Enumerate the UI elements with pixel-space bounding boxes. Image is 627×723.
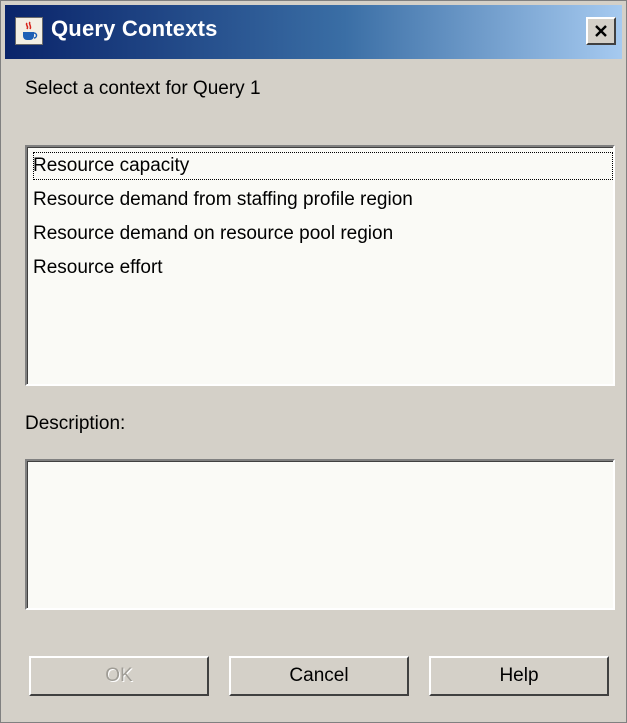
window-title: Query Contexts [51, 16, 218, 41]
list-item-resource-effort[interactable]: Resource effort [32, 253, 614, 283]
list-item-resource-demand-resource-pool[interactable]: Resource demand on resource pool region [32, 219, 614, 249]
help-button[interactable]: Help [429, 656, 609, 696]
close-x-icon [595, 25, 607, 37]
context-list[interactable]: Resource capacity Resource demand from s… [25, 145, 615, 386]
context-prompt: Select a context for Query 1 [25, 78, 261, 99]
description-field[interactable] [25, 459, 615, 610]
title-bar[interactable]: Query Contexts [5, 5, 622, 59]
cancel-button[interactable]: Cancel [229, 656, 409, 696]
ok-button[interactable]: OK [29, 656, 209, 696]
list-item-resource-demand-staffing-profile[interactable]: Resource demand from staffing profile re… [32, 185, 614, 215]
close-button[interactable] [586, 17, 616, 45]
java-cup-icon [15, 17, 43, 45]
query-contexts-dialog: Query Contexts Select a context for Quer… [0, 0, 627, 723]
description-label: Description: [25, 413, 126, 434]
list-item-resource-capacity[interactable]: Resource capacity [32, 151, 614, 181]
